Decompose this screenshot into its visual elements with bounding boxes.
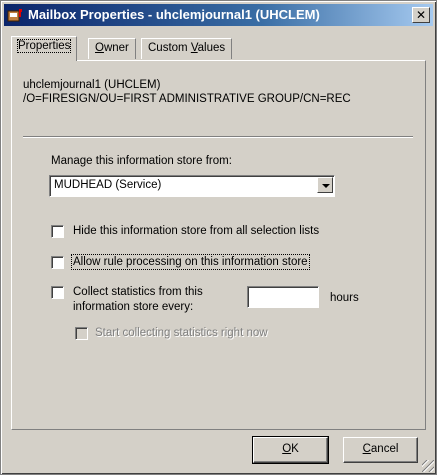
mailbox-dn: /O=FIRESIGN/OU=FIRST ADMINISTRATIVE GROU… (23, 93, 351, 105)
manage-store-dropdown[interactable]: MUDHEAD (Service) (49, 175, 335, 197)
tab-custom-values[interactable]: Custom Values (141, 38, 233, 59)
chevron-down-icon[interactable] (317, 177, 333, 193)
ok-button[interactable]: OK (252, 436, 329, 464)
close-button[interactable]: ✕ (412, 7, 430, 23)
tab-owner[interactable]: Owner (88, 38, 136, 59)
allow-rules-label[interactable]: Allow rule processing on this informatio… (71, 254, 310, 270)
tab-properties[interactable]: Properties (11, 36, 78, 61)
collect-stats-label-line1[interactable]: Collect statistics from this (73, 286, 203, 298)
manage-store-value: MUDHEAD (Service) (54, 179, 162, 191)
hide-store-checkbox[interactable] (51, 225, 64, 238)
tab-properties-label: Properties (16, 39, 72, 53)
window-title: Mailbox Properties - uhclemjournal1 (UHC… (28, 7, 320, 22)
start-collecting-label: Start collecting statistics right now (95, 327, 268, 339)
hours-label: hours (330, 292, 359, 304)
collect-stats-checkbox[interactable] (51, 286, 64, 299)
hide-store-label[interactable]: Hide this information store from all sel… (73, 225, 319, 237)
separator (23, 136, 413, 138)
title-bar[interactable]: Mailbox Properties - uhclemjournal1 (UHC… (4, 4, 433, 26)
close-icon: ✕ (415, 8, 427, 22)
cancel-button[interactable]: Cancel (343, 437, 418, 463)
resize-grip-icon[interactable] (422, 460, 434, 472)
mailbox-properties-dialog: Mailbox Properties - uhclemjournal1 (UHC… (0, 0, 437, 475)
collect-stats-label-line2[interactable]: information store every: (73, 301, 193, 313)
properties-panel (11, 60, 426, 430)
start-collecting-checkbox[interactable] (75, 327, 88, 340)
mailbox-icon (7, 9, 22, 22)
mailbox-name: uhclemjournal1 (UHCLEM) (23, 79, 161, 91)
manage-store-label: Manage this information store from: (51, 155, 232, 167)
stats-interval-input[interactable] (247, 286, 319, 308)
allow-rules-checkbox[interactable] (51, 256, 64, 269)
